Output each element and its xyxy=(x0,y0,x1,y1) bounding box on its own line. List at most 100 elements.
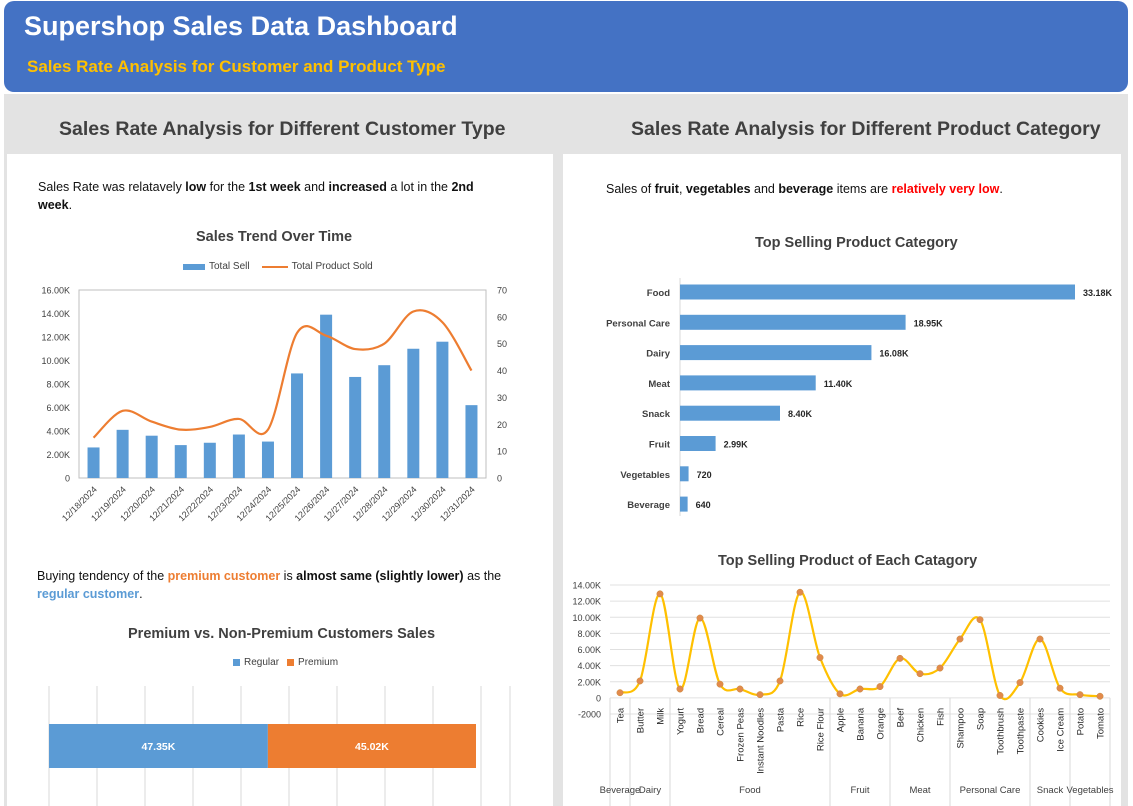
y-right-tick-label: 60 xyxy=(497,312,507,322)
category-value-label: 2.99K xyxy=(724,440,749,450)
category-sales-chart: Food 33.18K Personal Care 18.95K Dairy 16.08K… xyxy=(606,278,1113,516)
product-data-point xyxy=(916,670,924,678)
y-tick-label: 12.00K xyxy=(572,597,601,607)
y-tick-label: 0 xyxy=(596,693,601,703)
category-bar xyxy=(680,345,872,361)
y-left-tick-label: 8.00K xyxy=(46,380,70,390)
product-data-point xyxy=(736,685,744,693)
category-label: Meat xyxy=(648,379,670,390)
note-emphasis: beverage xyxy=(778,182,834,196)
bar-total-sell xyxy=(320,314,333,478)
product-tick-label: Beef xyxy=(896,708,907,728)
y-left-tick-label: 6.00K xyxy=(46,403,70,413)
y-tick-label: 8.00K xyxy=(577,629,601,639)
customer-insight-note: Buying tendency of the premium customer … xyxy=(37,567,527,603)
product-tick-label: Cookies xyxy=(1036,708,1047,743)
y-tick-label: 4.00K xyxy=(577,661,601,671)
bar-total-sell xyxy=(145,435,158,478)
product-data-point xyxy=(956,635,964,643)
product-data-point xyxy=(1016,679,1024,687)
product-tick-label: Toothbrush xyxy=(996,708,1007,755)
product-tick-label: Tomato xyxy=(1096,708,1107,739)
product-data-point xyxy=(1056,684,1064,692)
sales-trend-chart: 0 2.00K 4.00K 6.00K 8.00K 10.00K 12.00K 14.00K 1… xyxy=(41,286,507,524)
note-emphasis: regular customer xyxy=(37,587,140,601)
bar-total-sell xyxy=(116,429,129,478)
product-tick-label: Frozen Peas xyxy=(736,708,747,762)
note-text: is xyxy=(280,569,297,583)
top-product-chart: -2000 0 2.00K 4.00K 6.00K 8.00K 10.00K 12.00K 14… xyxy=(572,581,1114,806)
product-data-point xyxy=(756,691,764,699)
product-data-point xyxy=(1076,691,1084,699)
product-tick-label: Shampoo xyxy=(956,708,967,749)
y-tick-label: 14.00K xyxy=(572,581,601,591)
note-emphasis: premium customer xyxy=(167,569,281,583)
product-data-point xyxy=(936,664,944,672)
y-left-tick-label: 4.00K xyxy=(46,427,70,437)
y-left-tick-label: 0 xyxy=(65,474,70,484)
product-data-point xyxy=(676,685,684,693)
y-left-tick-label: 2.00K xyxy=(46,450,70,460)
y-left-tick-label: 10.00K xyxy=(41,356,70,366)
product-tick-label: Banana xyxy=(856,707,867,740)
product-data-point xyxy=(716,680,724,688)
product-data-point xyxy=(696,614,704,622)
bar-total-sell xyxy=(203,442,216,478)
note-text: . xyxy=(999,182,1003,196)
category-bar xyxy=(680,405,780,421)
note-emphasis: fruit xyxy=(654,182,679,196)
customer-sales-chart: 47.35K 45.02K xyxy=(48,686,511,806)
product-data-point xyxy=(656,590,664,598)
product-data-point xyxy=(636,677,644,685)
category-insight-note: Sales of fruit, vegetables and beverage … xyxy=(606,180,1106,198)
group-label: Dairy xyxy=(639,785,661,796)
product-tick-label: Soap xyxy=(976,708,987,730)
product-data-point xyxy=(616,689,624,697)
category-value-label: 18.95K xyxy=(914,318,944,328)
legend-label: Premium xyxy=(298,657,339,668)
group-label: Fruit xyxy=(851,785,870,796)
group-label: Personal Care xyxy=(960,785,1021,796)
group-label: Food xyxy=(739,785,761,796)
product-tick-label: Butter xyxy=(636,708,647,733)
category-label: Fruit xyxy=(649,440,671,451)
bar-total-sell xyxy=(465,405,478,478)
note-emphasis: vegetables xyxy=(685,182,751,196)
category-label: Food xyxy=(647,288,670,299)
bar-total-sell xyxy=(261,441,274,478)
note-text: and xyxy=(750,182,779,196)
product-tick-label: Instant Noodles xyxy=(756,708,767,774)
category-bar xyxy=(680,496,688,512)
product-tick-label: Orange xyxy=(876,708,887,740)
note-text: Buying tendency of the xyxy=(37,569,168,583)
category-label: Vegetables xyxy=(620,470,670,481)
product-tick-label: Apple xyxy=(836,708,847,732)
category-value-label: 33.18K xyxy=(1083,288,1113,298)
category-value-label: 11.40K xyxy=(824,379,853,389)
product-data-point xyxy=(1036,635,1044,643)
product-data-point xyxy=(1096,692,1104,700)
group-label: Snack xyxy=(1037,785,1064,796)
product-tick-label: Rice xyxy=(796,708,807,727)
y-right-tick-label: 20 xyxy=(497,420,507,430)
category-bar xyxy=(680,436,716,451)
product-data-point xyxy=(856,685,864,693)
bar-total-sell xyxy=(407,348,420,478)
product-data-point xyxy=(816,654,824,662)
note-text: items are xyxy=(833,182,892,196)
legend-swatch-regular xyxy=(233,659,240,666)
product-data-point xyxy=(836,690,844,698)
bar-total-sell xyxy=(291,373,304,478)
category-bar xyxy=(680,375,816,391)
category-label: Beverage xyxy=(627,500,670,511)
product-tick-label: Ice Cream xyxy=(1056,708,1067,752)
category-label: Dairy xyxy=(646,349,670,360)
note-text: . xyxy=(139,587,143,601)
product-tick-label: Potato xyxy=(1076,708,1087,735)
product-data-point xyxy=(996,692,1004,699)
group-label: Meat xyxy=(909,785,930,796)
y-tick-label: 2.00K xyxy=(577,677,601,687)
note-emphasis: almost same (slightly lower) xyxy=(296,569,464,583)
bar-total-sell xyxy=(349,376,362,478)
bar-total-sell xyxy=(174,445,187,478)
